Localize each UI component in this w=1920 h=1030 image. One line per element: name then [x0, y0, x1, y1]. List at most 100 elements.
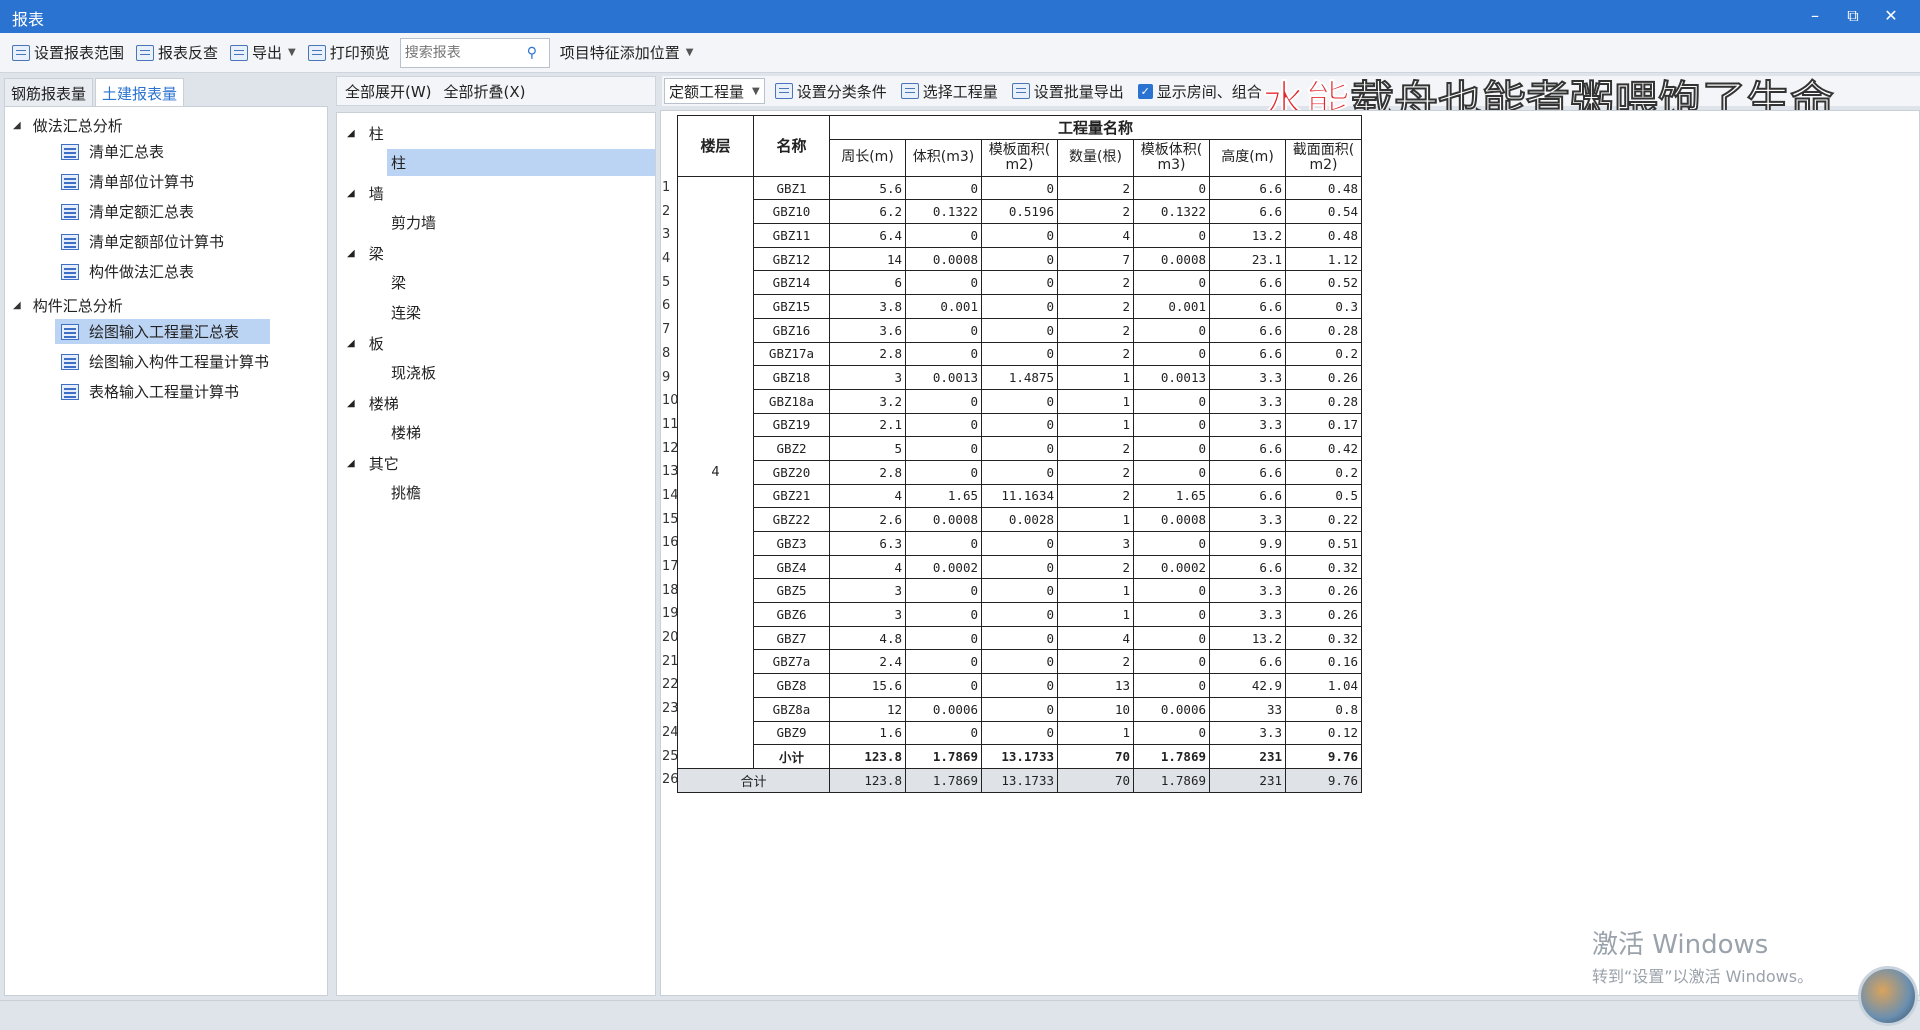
tree-item-drawing-quantity-summary[interactable]: 绘图输入工程量汇总表 [55, 319, 270, 344]
tree-item-bill-part-calc[interactable]: 清单部位计算书 [55, 169, 200, 194]
row-number[interactable]: 10 [662, 393, 679, 408]
row-number[interactable]: 25 [662, 749, 679, 764]
category-item-coupling-beam[interactable]: 连梁 [387, 299, 425, 326]
row-number[interactable]: 18 [662, 583, 679, 598]
tree-item-bill-summary[interactable]: 清单汇总表 [55, 139, 170, 164]
show-rooms-label: 显示房间、组合 [1156, 82, 1262, 101]
print-preview-button[interactable]: 打印预览 [302, 38, 396, 68]
row-number[interactable]: 6 [662, 298, 678, 313]
row-number[interactable]: 4 [662, 251, 678, 266]
table-row[interactable]: GBZ16 3.6 0 0 2 0 6.6 0.28 [678, 317, 1362, 343]
category-label: 楼梯 [368, 395, 399, 413]
tree-item-component-method-summary[interactable]: 构件做法汇总表 [55, 259, 200, 284]
category-item-cornice[interactable]: 挑檐 [387, 479, 425, 506]
row-number[interactable]: 14 [662, 488, 679, 503]
minimize-button[interactable]: – [1800, 4, 1830, 28]
category-item-shear-wall[interactable]: 剪力墙 [387, 209, 440, 236]
category-item-stairs[interactable]: 楼梯 [387, 419, 425, 446]
row-number[interactable]: 3 [662, 227, 678, 242]
table-row[interactable]: GBZ21 4 1.65 11.1634 2 1.65 6.6 0.5 [678, 483, 1362, 509]
table-row[interactable]: GBZ19 2.1 0 0 1 0 3.3 0.17 [678, 412, 1362, 438]
row-number[interactable]: 8 [662, 346, 678, 361]
category-slab[interactable]: ◢ 板 [347, 333, 384, 354]
table-row[interactable]: GBZ8 15.6 0 0 13 0 42.9 1.04 [678, 673, 1362, 698]
tree-item-bill-quota-summary[interactable]: 清单定额汇总表 [55, 199, 200, 224]
table-row[interactable]: GBZ3 6.3 0 0 3 0 9.9 0.51 [678, 531, 1362, 556]
tree-group-method-summary[interactable]: ◢ 做法汇总分析 [13, 115, 123, 136]
avatar[interactable] [1858, 966, 1918, 1026]
row-number[interactable]: 16 [662, 535, 679, 550]
row-number[interactable]: 7 [662, 322, 678, 337]
table-row[interactable]: GBZ22 2.6 0.0008 0.0028 1 0.0008 3.3 0.22 [678, 507, 1362, 532]
row-number[interactable]: 21 [662, 654, 679, 669]
row-number[interactable]: 22 [662, 677, 679, 692]
row-number[interactable]: 12 [662, 441, 679, 456]
search-input[interactable] [404, 44, 527, 61]
category-beam[interactable]: ◢ 梁 [347, 243, 384, 264]
table-row[interactable]: GBZ18a 3.2 0 0 1 0 3.3 0.28 [678, 388, 1362, 414]
row-number[interactable]: 26 [662, 772, 679, 787]
tree-group-component-summary[interactable]: ◢ 构件汇总分析 [13, 295, 123, 316]
tree-item-drawing-component-calc[interactable]: 绘图输入构件工程量计算书 [55, 349, 275, 374]
category-wall[interactable]: ◢ 墙 [347, 183, 384, 204]
category-stairs[interactable]: ◢ 楼梯 [347, 393, 399, 414]
expand-all-button[interactable]: 全部展开(W) [345, 81, 432, 102]
tree-item-table-quantity-calc[interactable]: 表格输入工程量计算书 [55, 379, 245, 404]
category-item-cast-slab[interactable]: 现浇板 [387, 359, 440, 386]
tab-civil-report[interactable]: 土建报表量 [95, 78, 185, 106]
table-row[interactable]: GBZ14 6 0 0 2 0 6.6 0.52 [678, 270, 1362, 296]
table-row[interactable]: GBZ15 3.8 0.001 0 2 0.001 6.6 0.3 [678, 294, 1362, 319]
table-row[interactable]: GBZ7 4.8 0 0 4 0 13.2 0.32 [678, 625, 1362, 651]
set-category-button[interactable]: 设置分类条件 [771, 81, 891, 102]
row-number[interactable]: 1 [662, 180, 678, 195]
row-number[interactable]: 19 [662, 606, 679, 621]
row-number[interactable]: 5 [662, 275, 678, 290]
row-number[interactable]: 20 [662, 630, 679, 645]
row-number[interactable]: 13 [662, 464, 679, 479]
close-button[interactable]: ✕ [1876, 4, 1906, 28]
tree-item-bill-quota-part-calc[interactable]: 清单定额部位计算书 [55, 229, 230, 254]
table-row[interactable]: GBZ20 2.8 0 0 2 0 6.6 0.2 [678, 459, 1362, 485]
category-item-beam[interactable]: 梁 [387, 269, 410, 296]
table-row[interactable]: GBZ9 1.6 0 0 1 0 3.3 0.12 [678, 720, 1362, 746]
value-cell: 2 [1057, 459, 1134, 485]
table-row[interactable]: GBZ17a 2.8 0 0 2 0 6.6 0.2 [678, 341, 1362, 367]
add-position-dropdown[interactable]: 项目特征添加位置 ▼ [554, 38, 700, 68]
table-row[interactable]: GBZ12 14 0.0008 0 7 0.0008 23.1 1.12 [678, 246, 1362, 272]
value-cell: 0 [981, 246, 1058, 272]
row-number[interactable]: 2 [662, 204, 678, 219]
row-number[interactable]: 17 [662, 559, 679, 574]
show-rooms-checkbox[interactable]: ✓ 显示房间、组合 [1134, 81, 1266, 102]
select-quantity-button[interactable]: 选择工程量 [897, 81, 1002, 102]
category-other[interactable]: ◢ 其它 [347, 453, 399, 474]
row-number[interactable]: 11 [662, 417, 679, 432]
search-icon[interactable]: ⚲ [527, 45, 537, 61]
table-row[interactable]: GBZ11 6.4 0 0 4 0 13.2 0.48 [678, 223, 1362, 248]
table-row[interactable]: GBZ8a 12 0.0006 0 10 0.0006 33 0.8 [678, 696, 1362, 722]
table-row[interactable]: GBZ2 5 0 0 2 0 6.6 0.42 [678, 436, 1362, 461]
row-number[interactable]: 24 [662, 725, 679, 740]
category-item-column[interactable]: 柱 [387, 149, 655, 176]
batch-export-button[interactable]: 设置批量导出 [1008, 81, 1128, 102]
tab-rebar-report[interactable]: 钢筋报表量 [4, 78, 94, 106]
row-number[interactable]: 9 [662, 370, 678, 385]
category-column[interactable]: ◢ 柱 [347, 123, 384, 144]
set-report-range-button[interactable]: 设置报表范围 [6, 38, 130, 68]
table-row[interactable]: 4 GBZ1 5.6 0 0 2 0 6.6 0.48 [677, 175, 1362, 769]
export-button[interactable]: 导出 ▼ [224, 38, 302, 68]
table-row[interactable]: GBZ10 6.2 0.1322 0.5196 2 0.1322 6.6 0.54 [678, 199, 1362, 225]
table-row[interactable]: GBZ4 4 0.0002 0 2 0.0002 6.6 0.32 [678, 554, 1362, 580]
restore-button[interactable]: ⧉ [1838, 4, 1868, 28]
row-number[interactable]: 15 [662, 512, 679, 527]
total-row[interactable]: 合计 123.8 1.7869 13.1733 70 1.7869 231 9.76 [677, 767, 1362, 793]
row-number[interactable]: 23 [662, 701, 679, 716]
report-reverse-check-button[interactable]: 报表反查 [130, 38, 224, 68]
quantity-type-select[interactable]: 定额工程量 ▼ [664, 78, 765, 104]
table-row[interactable]: GBZ5 3 0 0 1 0 3.3 0.26 [678, 578, 1362, 604]
table-row[interactable]: GBZ7a 2.4 0 0 2 0 6.6 0.16 [678, 649, 1362, 675]
total-label: 合计 [677, 767, 830, 793]
collapse-all-button[interactable]: 全部折叠(X) [444, 81, 526, 102]
table-row[interactable]: GBZ6 3 0 0 1 0 3.3 0.26 [678, 602, 1362, 627]
table-row[interactable]: GBZ18 3 0.0013 1.4875 1 0.0013 3.3 0.26 [678, 365, 1362, 390]
subtotal-row[interactable]: 小计 123.8 1.7869 13.1733 70 1.7869 231 9.76 [678, 744, 1362, 769]
